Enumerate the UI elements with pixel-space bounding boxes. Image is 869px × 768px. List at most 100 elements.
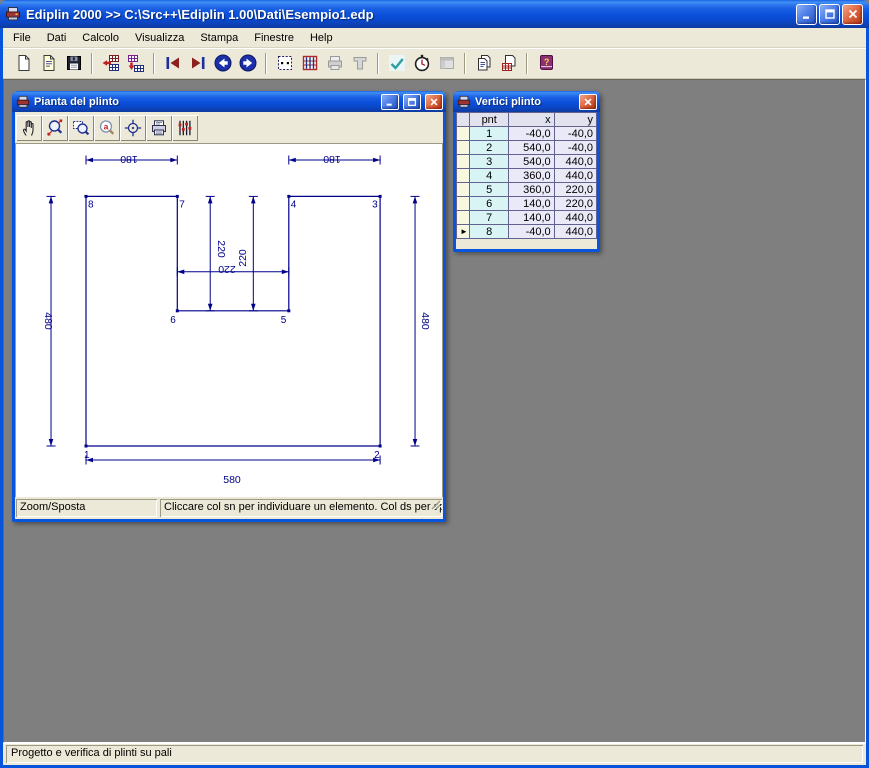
pillar-button[interactable]	[347, 51, 372, 76]
center-target-button[interactable]	[120, 115, 146, 141]
previous-page-button[interactable]	[210, 51, 235, 76]
cell-pnt[interactable]: 2	[470, 141, 509, 155]
row-selector[interactable]	[457, 197, 470, 211]
cell-y[interactable]: -40,0	[554, 141, 596, 155]
cell-y[interactable]: 440,0	[554, 155, 596, 169]
menu-item-file[interactable]: File	[5, 29, 39, 47]
open-file-button[interactable]	[36, 51, 61, 76]
pianta-maximize-button[interactable]	[403, 94, 421, 110]
cell-pnt[interactable]: 8	[470, 225, 509, 239]
stopwatch-button[interactable]	[409, 51, 434, 76]
app-titlebar[interactable]: Ediplin 2000 >> C:\Src++\Ediplin 1.00\Da…	[0, 0, 869, 28]
panel-button[interactable]	[434, 51, 459, 76]
import-grid-button[interactable]	[123, 51, 148, 76]
cell-pnt[interactable]: 3	[470, 155, 509, 169]
cell-pnt[interactable]: 7	[470, 211, 509, 225]
column-header-x[interactable]: x	[509, 113, 554, 127]
section-grid-button[interactable]	[297, 51, 322, 76]
row-selector[interactable]	[457, 127, 470, 141]
select-nodes-button[interactable]	[272, 51, 297, 76]
pianta-titlebar[interactable]: Pianta del plinto	[12, 91, 446, 112]
row-selector[interactable]	[457, 155, 470, 169]
table-row[interactable]: 6140,0220,0	[457, 197, 597, 211]
cell-y[interactable]: 220,0	[554, 197, 596, 211]
table-row[interactable]: 5360,0220,0	[457, 183, 597, 197]
print-report-icon	[499, 53, 519, 73]
cell-x[interactable]: 140,0	[509, 197, 554, 211]
pianta-minimize-button[interactable]	[381, 94, 399, 110]
row-selector[interactable]	[457, 141, 470, 155]
table-row[interactable]: 4360,0440,0	[457, 169, 597, 183]
table-row[interactable]: 1-40,0-40,0	[457, 127, 597, 141]
cell-y[interactable]: 440,0	[554, 169, 596, 183]
cell-pnt[interactable]: 4	[470, 169, 509, 183]
zoom-text-button[interactable]: a	[94, 115, 120, 141]
column-header-y[interactable]: y	[554, 113, 596, 127]
minimize-icon	[801, 8, 813, 20]
close-button[interactable]	[842, 4, 863, 25]
copy-report-button[interactable]	[471, 51, 496, 76]
save-button[interactable]	[61, 51, 86, 76]
cell-x[interactable]: 540,0	[509, 141, 554, 155]
cell-y[interactable]: 440,0	[554, 225, 596, 239]
cell-y[interactable]: 220,0	[554, 183, 596, 197]
cell-x[interactable]: -40,0	[509, 127, 554, 141]
display-options-button[interactable]	[172, 115, 198, 141]
export-grid-button[interactable]	[98, 51, 123, 76]
new-file-button[interactable]	[11, 51, 36, 76]
menu-item-stampa[interactable]: Stampa	[192, 29, 246, 47]
table-row[interactable]: 3540,0440,0	[457, 155, 597, 169]
stopwatch-icon	[412, 53, 432, 73]
cell-x[interactable]: 540,0	[509, 155, 554, 169]
row-selector[interactable]	[457, 211, 470, 225]
row-selector[interactable]	[457, 183, 470, 197]
svg-text:8: 8	[88, 199, 94, 210]
table-row[interactable]: 2540,0-40,0	[457, 141, 597, 155]
svg-text:220: 220	[215, 240, 227, 258]
menu-item-dati[interactable]: Dati	[39, 29, 75, 47]
last-record-button[interactable]	[185, 51, 210, 76]
plinth-drawing[interactable]: 12345678180180480480220220220580	[16, 144, 442, 494]
cell-x[interactable]: -40,0	[509, 225, 554, 239]
cell-pnt[interactable]: 6	[470, 197, 509, 211]
table-row[interactable]: 7140,0440,0	[457, 211, 597, 225]
menu-item-finestre[interactable]: Finestre	[246, 29, 302, 47]
table-row[interactable]: ►8-40,0440,0	[457, 225, 597, 239]
zoom-dynamic-button[interactable]	[42, 115, 68, 141]
vertici-close-button[interactable]	[579, 94, 597, 110]
vertici-titlebar[interactable]: Vertici plinto	[453, 91, 600, 112]
next-page-button[interactable]	[235, 51, 260, 76]
display-options-icon	[175, 118, 195, 138]
check-verify-button[interactable]	[384, 51, 409, 76]
open-file-icon	[39, 53, 59, 73]
cell-y[interactable]: 440,0	[554, 211, 596, 225]
drawing-mode-status: Zoom/Sposta	[16, 499, 157, 517]
print-button[interactable]	[322, 51, 347, 76]
cell-x[interactable]: 360,0	[509, 183, 554, 197]
help-button[interactable]: ?	[533, 51, 558, 76]
menu-item-help[interactable]: Help	[302, 29, 341, 47]
cell-x[interactable]: 360,0	[509, 169, 554, 183]
minimize-button[interactable]	[796, 4, 817, 25]
export-grid-icon	[101, 53, 121, 73]
column-header-pnt[interactable]: pnt	[470, 113, 509, 127]
resize-grip[interactable]	[430, 499, 441, 516]
maximize-button[interactable]	[819, 4, 840, 25]
pianta-close-button[interactable]	[425, 94, 443, 110]
print-report-button[interactable]	[496, 51, 521, 76]
cell-pnt[interactable]: 5	[470, 183, 509, 197]
maximize-icon	[824, 8, 836, 20]
menu-item-visualizza[interactable]: Visualizza	[127, 29, 192, 47]
cell-x[interactable]: 140,0	[509, 211, 554, 225]
minimize-icon	[385, 97, 395, 107]
cell-pnt[interactable]: 1	[470, 127, 509, 141]
print-drawing-button[interactable]	[146, 115, 172, 141]
first-record-button[interactable]	[160, 51, 185, 76]
menu-item-calcolo[interactable]: Calcolo	[74, 29, 127, 47]
row-selector[interactable]	[457, 169, 470, 183]
zoom-window-button[interactable]	[68, 115, 94, 141]
new-file-icon	[14, 53, 34, 73]
row-selector[interactable]: ►	[457, 225, 470, 239]
pan-button[interactable]	[16, 115, 42, 141]
cell-y[interactable]: -40,0	[554, 127, 596, 141]
